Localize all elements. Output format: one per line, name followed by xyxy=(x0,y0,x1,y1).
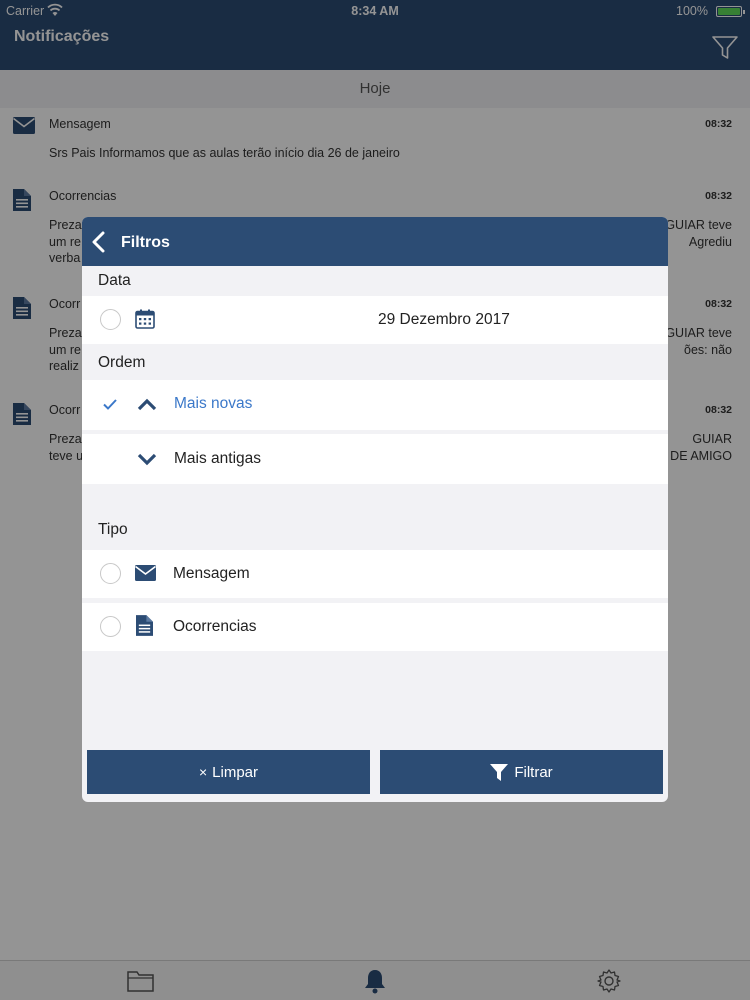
type-option-ocorrencias[interactable]: Ocorrencias xyxy=(82,603,668,651)
selected-date[interactable]: 29 Dezembro 2017 xyxy=(378,311,510,329)
chevron-up-icon xyxy=(137,398,157,411)
document-icon xyxy=(136,615,153,636)
clear-button-label: Limpar xyxy=(212,763,259,781)
section-label-ordem: Ordem xyxy=(98,354,146,371)
clear-button[interactable]: × Limpar xyxy=(87,750,370,794)
order-option-label: Mais antigas xyxy=(174,450,262,467)
envelope-icon xyxy=(135,565,156,581)
modal-header: Filtros xyxy=(82,217,668,266)
type-radio[interactable] xyxy=(100,563,121,584)
filter-button[interactable]: Filtrar xyxy=(380,750,663,794)
type-option-label: Ocorrencias xyxy=(173,618,257,635)
date-radio[interactable] xyxy=(100,309,121,330)
order-option-oldest[interactable]: Mais antigas xyxy=(82,434,668,484)
order-option-label: Mais novas xyxy=(174,395,253,412)
order-option-newest[interactable]: Mais novas xyxy=(82,380,668,430)
close-icon: × xyxy=(198,764,208,780)
chevron-down-icon xyxy=(137,453,157,466)
filter-modal: Filtros Data 29 Dezembro 2017 Ordem Mais… xyxy=(82,217,668,802)
checkmark-icon xyxy=(103,399,117,410)
section-label-tipo: Tipo xyxy=(98,521,128,538)
type-option-label: Mensagem xyxy=(173,565,250,582)
filter-button-label: Filtrar xyxy=(514,763,553,781)
section-label-data: Data xyxy=(98,272,131,289)
calendar-icon xyxy=(135,309,155,329)
type-option-mensagem[interactable]: Mensagem xyxy=(82,550,668,598)
chevron-left-icon[interactable] xyxy=(90,231,110,253)
funnel-icon xyxy=(490,763,509,781)
date-row[interactable]: 29 Dezembro 2017 xyxy=(82,296,668,344)
type-radio[interactable] xyxy=(100,616,121,637)
modal-title: Filtros xyxy=(121,234,170,251)
